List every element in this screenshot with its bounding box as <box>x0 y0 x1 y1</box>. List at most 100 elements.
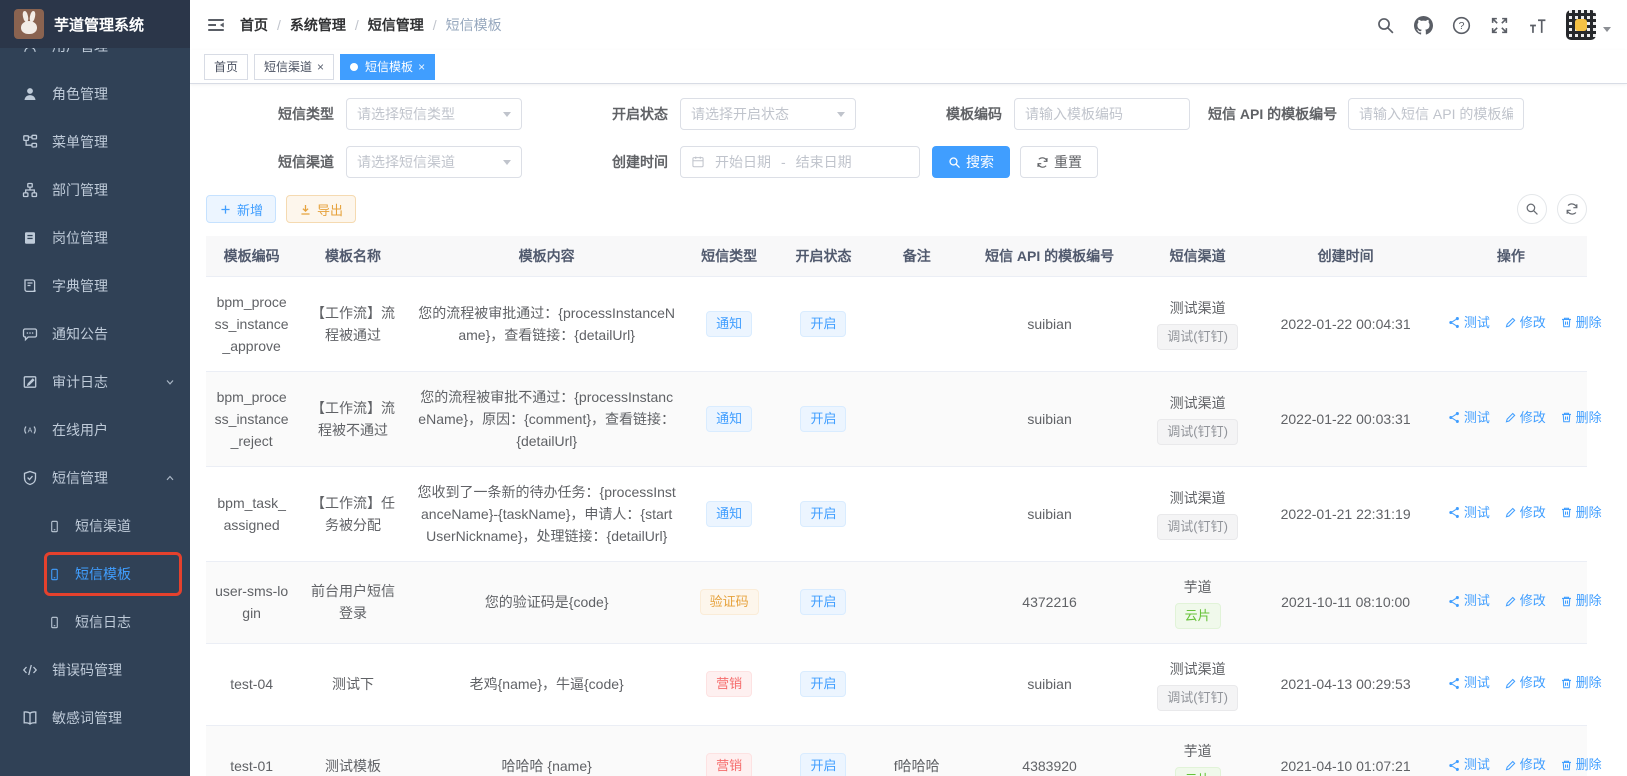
edit-pen-icon <box>1504 316 1517 329</box>
close-icon[interactable]: × <box>317 61 324 73</box>
edit-button[interactable]: 修改 <box>1504 312 1546 334</box>
select-placeholder: 请选择短信类型 <box>357 104 455 124</box>
cell-template-name: 测试下 <box>297 643 409 725</box>
sidebar-item-label: 角色管理 <box>52 84 108 104</box>
test-button[interactable]: 测试 <box>1448 502 1490 524</box>
trash-icon <box>1560 677 1573 690</box>
filter-label: 创建时间 <box>540 152 680 172</box>
start-date-input[interactable]: 开始日期 <box>715 152 771 172</box>
search-button[interactable]: 搜索 <box>932 146 1010 178</box>
test-button[interactable]: 测试 <box>1448 590 1490 612</box>
sidebar-item-audit-log[interactable]: 审计日志 <box>0 358 190 406</box>
sidebar-item-roles[interactable]: 角色管理 <box>0 70 190 118</box>
search-icon[interactable] <box>1376 16 1395 35</box>
sidebar-item-sms-template[interactable]: 短信模板 <box>0 550 190 598</box>
edit-button[interactable]: 修改 <box>1504 502 1546 524</box>
sidebar-item-label: 短信模板 <box>75 564 131 584</box>
date-range-picker[interactable]: 开始日期 - 结束日期 <box>680 146 920 178</box>
tab-sms-template[interactable]: 短信模板 × <box>340 54 435 80</box>
breadcrumb-separator: / <box>433 17 437 33</box>
input-placeholder: 请输入模板编码 <box>1025 104 1123 124</box>
edit-button[interactable]: 修改 <box>1504 754 1546 776</box>
edit-button[interactable]: 修改 <box>1504 407 1546 429</box>
filter-sms-type: 短信类型 请选择短信类型 <box>206 98 522 130</box>
delete-button[interactable]: 删除 <box>1560 672 1602 694</box>
end-date-input[interactable]: 结束日期 <box>796 152 852 172</box>
close-icon[interactable]: × <box>418 61 425 73</box>
chevron-down-icon <box>503 160 511 165</box>
sidebar-item-departments[interactable]: 部门管理 <box>0 166 190 214</box>
sms-type-select[interactable]: 请选择短信类型 <box>346 98 522 130</box>
sidebar-collapse-icon[interactable] <box>206 15 226 35</box>
api-template-id-input[interactable]: 请输入短信 API 的模板编号 <box>1348 98 1524 130</box>
sidebar-item-dictionary[interactable]: 字典管理 <box>0 262 190 310</box>
add-button[interactable]: 新增 <box>206 195 276 223</box>
sidebar-item-label: 短信渠道 <box>75 516 131 536</box>
sidebar-item-users[interactable]: 用户管理 <box>0 48 190 70</box>
test-button[interactable]: 测试 <box>1448 312 1490 334</box>
tab-home[interactable]: 首页 <box>204 54 248 80</box>
cell-sms-type: 通知 <box>685 371 774 466</box>
github-icon[interactable] <box>1414 16 1433 35</box>
sidebar-item-error-codes[interactable]: 错误码管理 <box>0 646 190 694</box>
delete-button[interactable]: 删除 <box>1560 407 1602 429</box>
test-button[interactable]: 测试 <box>1448 754 1490 776</box>
breadcrumb-item[interactable]: 首页 <box>240 15 268 35</box>
filter-label: 模板编码 <box>874 104 1014 124</box>
test-button[interactable]: 测试 <box>1448 672 1490 694</box>
cell-remark <box>873 371 960 466</box>
delete-button[interactable]: 删除 <box>1560 590 1602 612</box>
edit-button[interactable]: 修改 <box>1504 590 1546 612</box>
select-placeholder: 请选择短信渠道 <box>357 152 455 172</box>
delete-button[interactable]: 删除 <box>1560 502 1602 524</box>
channel-select[interactable]: 请选择短信渠道 <box>346 146 522 178</box>
help-icon[interactable]: ? <box>1452 16 1471 35</box>
export-button[interactable]: 导出 <box>286 195 356 223</box>
sms-type-badge: 营销 <box>706 753 752 776</box>
breadcrumb-item[interactable]: 系统管理 <box>290 15 346 35</box>
sidebar-item-menus[interactable]: 菜单管理 <box>0 118 190 166</box>
edit-button[interactable]: 修改 <box>1504 672 1546 694</box>
status-select[interactable]: 请选择开启状态 <box>680 98 856 130</box>
sidebar-item-label: 菜单管理 <box>52 132 108 152</box>
edit-pen-icon <box>1504 595 1517 608</box>
delete-button[interactable]: 删除 <box>1560 312 1602 334</box>
cell-created-at: 2021-04-10 01:07:21 <box>1256 725 1434 776</box>
date-separator: - <box>781 154 786 170</box>
fullscreen-icon[interactable] <box>1490 16 1509 35</box>
avatar[interactable] <box>1566 10 1596 40</box>
font-size-icon[interactable] <box>1528 16 1547 35</box>
reset-button[interactable]: 重置 <box>1020 146 1098 178</box>
template-code-input[interactable]: 请输入模板编码 <box>1014 98 1190 130</box>
table-search-toggle-button[interactable] <box>1517 194 1547 224</box>
cell-sms-type: 营销 <box>685 643 774 725</box>
cell-status: 开启 <box>774 466 873 561</box>
input-placeholder: 请输入短信 API 的模板编号 <box>1359 104 1513 124</box>
cell-remark <box>873 561 960 643</box>
tab-sms-channel[interactable]: 短信渠道 × <box>254 54 334 80</box>
channel-name: 芋道 <box>1147 740 1249 762</box>
sidebar-item-online-users[interactable]: A 在线用户 <box>0 406 190 454</box>
action-label: 测试 <box>1464 672 1490 694</box>
sidebar-item-sms-channel[interactable]: 短信渠道 <box>0 502 190 550</box>
test-button[interactable]: 测试 <box>1448 407 1490 429</box>
cell-channel: 测试渠道 调试(钉钉) <box>1139 276 1257 371</box>
sidebar-item-sms-log[interactable]: 短信日志 <box>0 598 190 646</box>
table-refresh-button[interactable] <box>1557 194 1587 224</box>
sms-type-badge: 验证码 <box>700 589 759 615</box>
column-header: 创建时间 <box>1256 236 1434 276</box>
tab-label: 短信模板 <box>365 58 413 75</box>
sidebar-item-sensitive-words[interactable]: 敏感词管理 <box>0 694 190 742</box>
column-header: 短信 API 的模板编号 <box>960 236 1138 276</box>
breadcrumb-item[interactable]: 短信管理 <box>368 15 424 35</box>
cell-channel: 测试渠道 调试(钉钉) <box>1139 466 1257 561</box>
sidebar-item-sms-management[interactable]: 短信管理 <box>0 454 190 502</box>
user-menu[interactable] <box>1566 10 1611 40</box>
delete-button[interactable]: 删除 <box>1560 754 1602 776</box>
sidebar-item-posts[interactable]: 岗位管理 <box>0 214 190 262</box>
cell-status: 开启 <box>774 725 873 776</box>
cell-remark: f哈哈哈 <box>873 725 960 776</box>
action-label: 删除 <box>1576 312 1602 334</box>
sidebar-item-notices[interactable]: 通知公告 <box>0 310 190 358</box>
edit-pen-icon <box>1504 506 1517 519</box>
